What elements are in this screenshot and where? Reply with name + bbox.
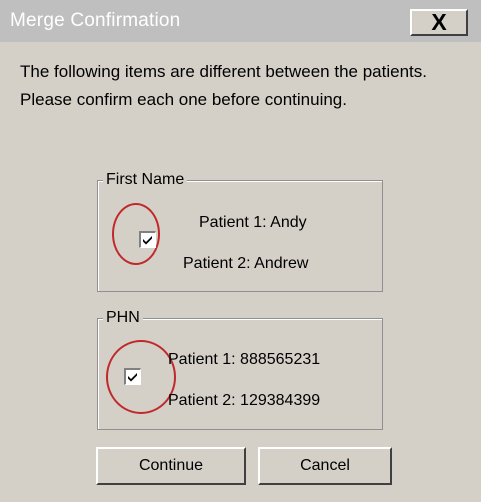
checkmark-icon [143,236,152,245]
phn-checkbox[interactable] [124,368,141,385]
close-icon: X [431,9,447,35]
annotation-circle-phn [106,340,176,414]
instruction-text: The following items are different betwee… [20,62,427,109]
phn-patient2: Patient 2: 129384399 [168,392,321,409]
window-title: Merge Confirmation [10,10,181,31]
phn-patient1: Patient 1: 888565231 [168,351,321,368]
first-name-group-label: First Name [103,171,188,189]
first-name-patient1: Patient 1: Andy [199,214,307,231]
first-name-patient2: Patient 2: Andrew [183,255,309,272]
continue-button[interactable]: Continue [96,447,246,485]
cancel-button[interactable]: Cancel [258,447,392,485]
first-name-checkbox[interactable] [139,231,156,248]
checkmark-icon [128,373,137,382]
phn-group-label: PHN [103,309,143,327]
title-bar[interactable]: Merge Confirmation X [0,0,481,42]
close-button[interactable]: X [410,9,468,36]
